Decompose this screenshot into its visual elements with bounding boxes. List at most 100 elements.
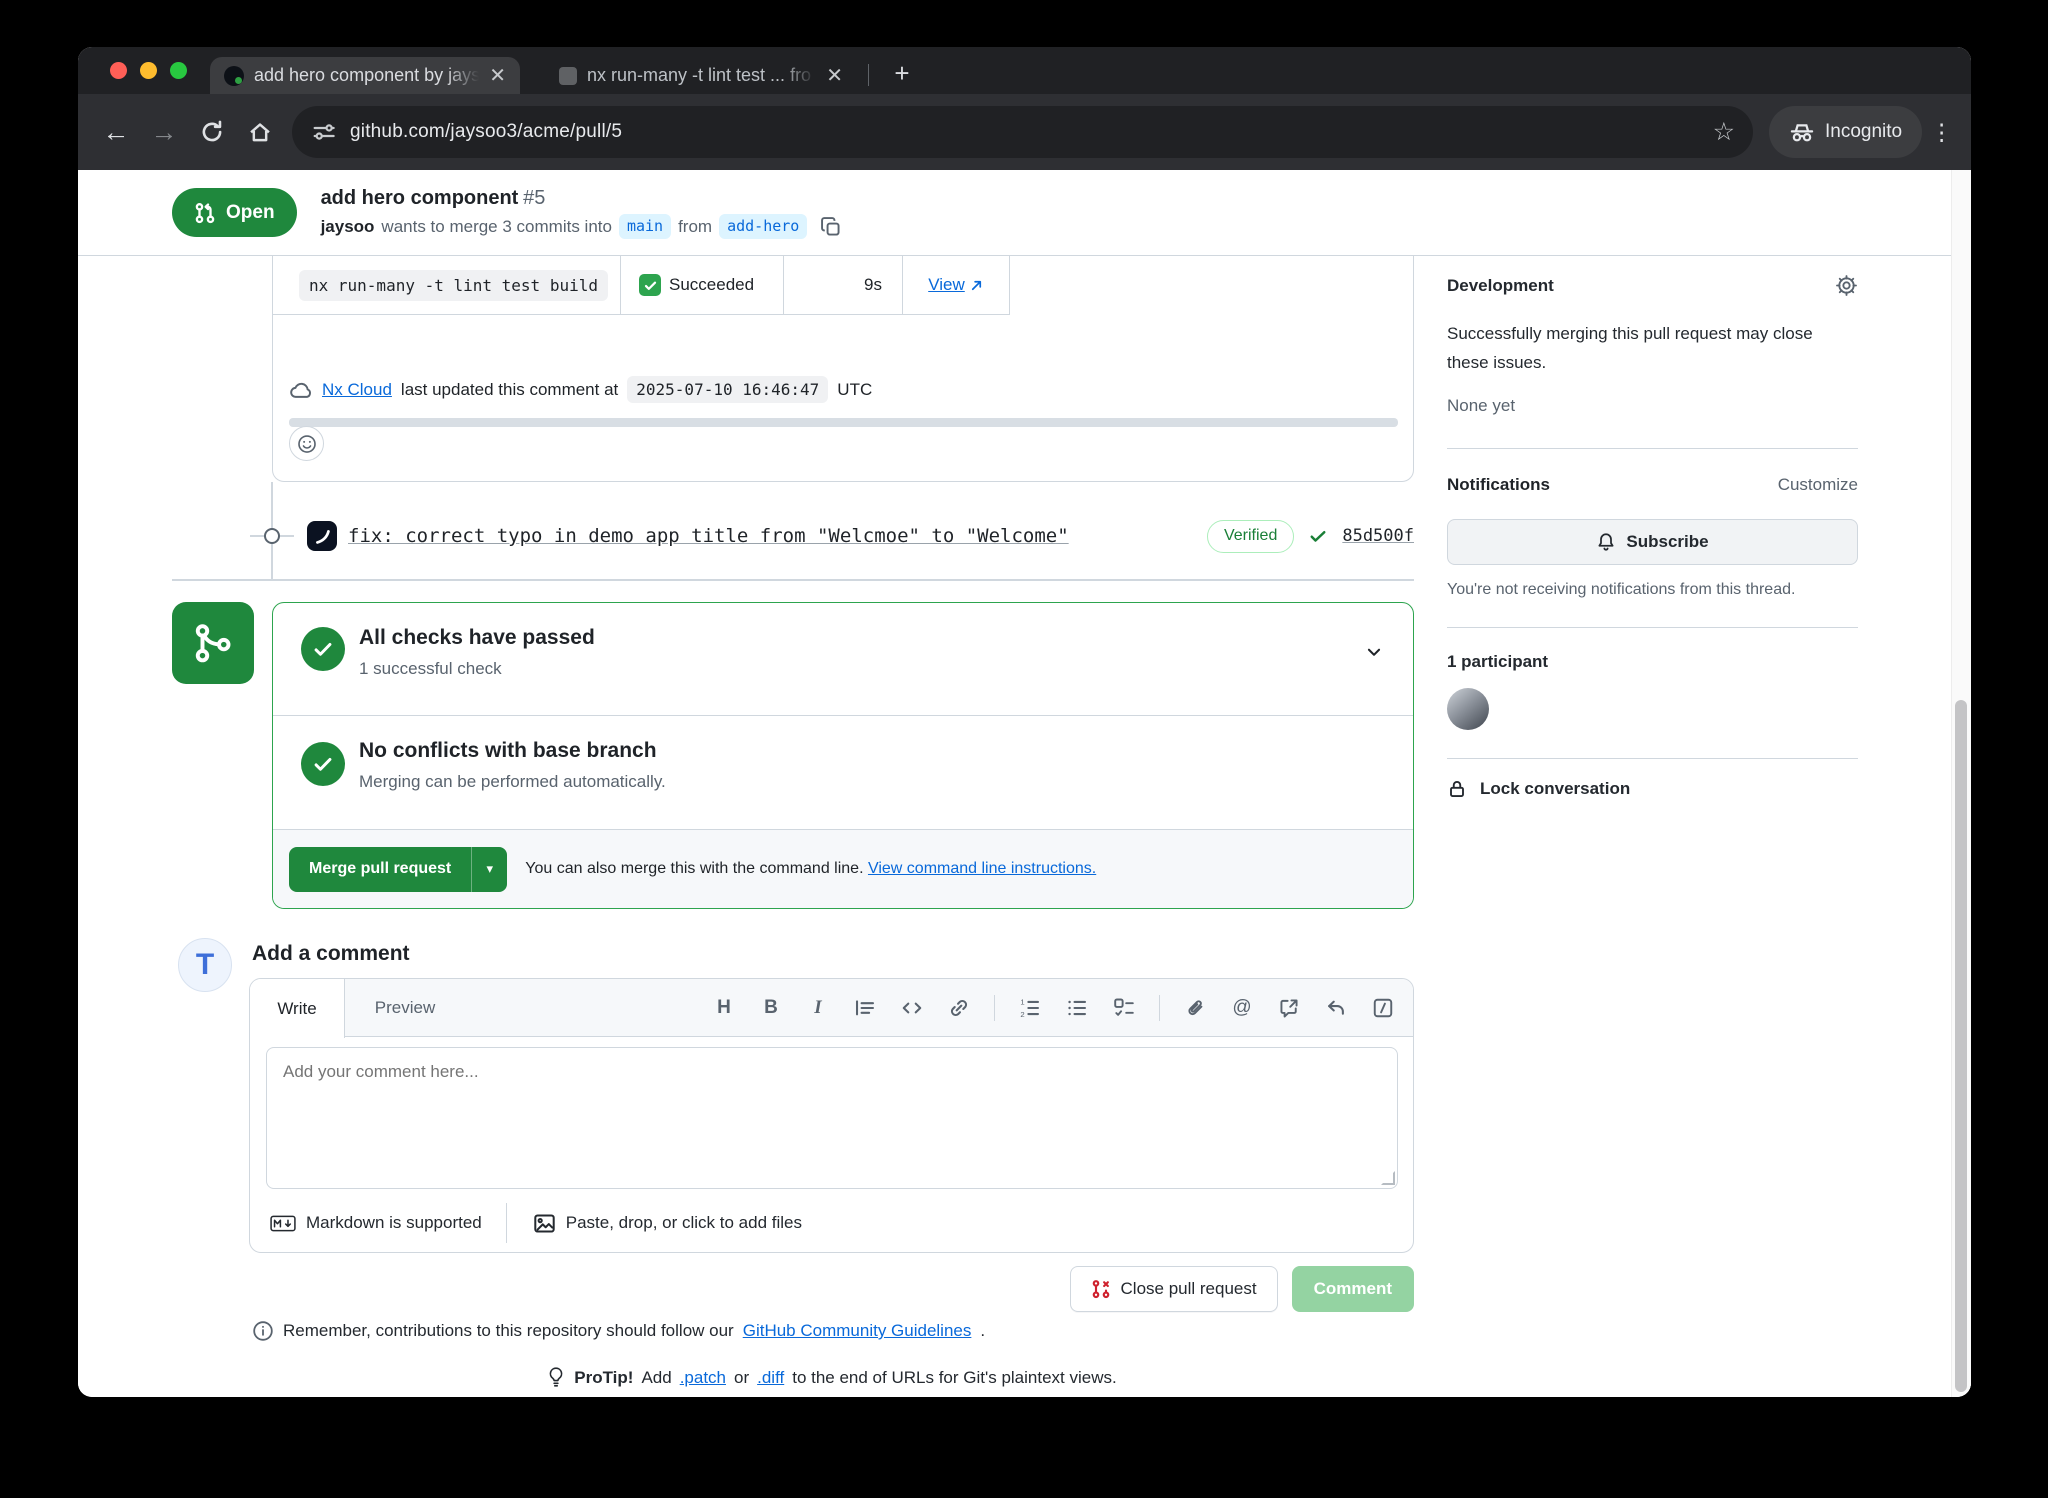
- avatar-letter: T: [196, 948, 214, 982]
- lock-conversation-button[interactable]: Lock conversation: [1447, 779, 1858, 799]
- bookmark-star-icon[interactable]: ☆: [1713, 117, 1735, 147]
- unordered-list-icon[interactable]: [1065, 996, 1089, 1020]
- community-guidelines-link[interactable]: GitHub Community Guidelines: [743, 1321, 972, 1341]
- cli-instructions-link[interactable]: View command line instructions.: [868, 860, 1096, 877]
- page-scrollbar[interactable]: [1951, 170, 1971, 1397]
- italic-icon[interactable]: I: [806, 996, 830, 1020]
- protip-text: to the end of URLs for Git's plaintext v…: [792, 1368, 1117, 1388]
- participant-avatar[interactable]: [1447, 688, 1489, 730]
- close-pull-request-button[interactable]: Close pull request: [1070, 1266, 1278, 1312]
- customize-link[interactable]: Customize: [1778, 475, 1858, 495]
- bold-icon[interactable]: B: [759, 996, 783, 1020]
- window-controls[interactable]: [110, 62, 187, 79]
- heading-icon[interactable]: H: [712, 996, 736, 1020]
- minimize-window-button[interactable]: [140, 62, 157, 79]
- quote-icon[interactable]: [853, 996, 877, 1020]
- svg-text:1: 1: [1020, 998, 1024, 1007]
- notifications-note: You're not receiving notifications from …: [1447, 581, 1858, 599]
- base-branch-label[interactable]: main: [619, 214, 671, 239]
- check-run-status: Succeeded: [669, 275, 754, 295]
- code-icon[interactable]: [900, 996, 924, 1020]
- protip-text: or: [734, 1368, 749, 1388]
- screenshot-stage: add hero component by jayso ✕ nx run-man…: [0, 0, 2048, 1498]
- back-button[interactable]: ←: [92, 108, 140, 156]
- nx-cloud-link[interactable]: Nx Cloud: [322, 380, 392, 400]
- link-icon[interactable]: [947, 996, 971, 1020]
- smiley-icon: [297, 434, 317, 454]
- sidebar-divider: [1447, 627, 1858, 628]
- paste-files-button[interactable]: Paste, drop, or click to add files: [533, 1212, 802, 1235]
- comment-form: Write Preview H B I: [249, 978, 1414, 1253]
- commit-marker: [172, 514, 272, 558]
- slash-commands-icon[interactable]: [1371, 996, 1395, 1020]
- comment-submit-button[interactable]: Comment: [1292, 1266, 1414, 1312]
- tab-write[interactable]: Write: [250, 979, 345, 1038]
- cross-reference-icon[interactable]: [1277, 996, 1301, 1020]
- view-check-link[interactable]: View: [928, 275, 984, 295]
- merge-pull-request-button[interactable]: Merge pull request ▾: [289, 847, 507, 892]
- merge-button-label: Merge pull request: [289, 847, 471, 892]
- check-run-view-cell: View: [903, 256, 1010, 314]
- head-branch-label[interactable]: add-hero: [719, 214, 807, 239]
- guidelines-period: .: [980, 1321, 985, 1341]
- mention-icon[interactable]: @: [1230, 996, 1254, 1020]
- browser-tab-active[interactable]: add hero component by jayso ✕: [210, 57, 520, 94]
- add-reaction-button[interactable]: [289, 426, 324, 461]
- tab-strip: add hero component by jayso ✕ nx run-man…: [78, 47, 1971, 94]
- merge-options-caret[interactable]: ▾: [471, 847, 507, 892]
- add-comment-heading: Add a comment: [252, 942, 410, 966]
- incognito-label: Incognito: [1825, 121, 1902, 143]
- commit-author-avatar[interactable]: [307, 521, 337, 551]
- url-text[interactable]: github.com/jaysoo3/acme/pull/5: [350, 121, 1713, 143]
- markdown-supported-note[interactable]: Markdown is supported: [270, 1213, 482, 1233]
- task-list-icon[interactable]: [1112, 996, 1136, 1020]
- reply-icon[interactable]: [1324, 996, 1348, 1020]
- bell-icon: [1596, 532, 1616, 552]
- reload-button[interactable]: [188, 108, 236, 156]
- nx-favicon: [559, 67, 577, 85]
- svg-text:2: 2: [1020, 1010, 1024, 1019]
- diff-link[interactable]: .diff: [757, 1368, 784, 1388]
- browser-tab-inactive[interactable]: nx run-many -t lint test ... fro ✕: [545, 57, 857, 94]
- attach-file-icon[interactable]: [1183, 996, 1207, 1020]
- pr-subtitle: jaysoo wants to merge 3 commits into mai…: [321, 214, 843, 239]
- timeline-end-divider: [172, 579, 1414, 581]
- current-user-avatar: T: [178, 938, 232, 992]
- pr-author[interactable]: jaysoo: [321, 216, 375, 237]
- tab-close-icon[interactable]: ✕: [826, 63, 843, 88]
- scrollbar-thumb[interactable]: [1955, 700, 1967, 1392]
- tab-preview[interactable]: Preview: [345, 979, 465, 1037]
- tab-close-icon[interactable]: ✕: [489, 63, 506, 88]
- close-window-button[interactable]: [110, 62, 127, 79]
- copy-branch-icon[interactable]: [820, 216, 842, 238]
- gear-icon[interactable]: [1835, 274, 1858, 297]
- commit-message-link[interactable]: fix: correct typo in demo app title from…: [348, 525, 1069, 547]
- site-settings-icon[interactable]: [312, 120, 336, 144]
- verified-badge[interactable]: Verified: [1207, 520, 1294, 553]
- guidelines-text: Remember, contributions to this reposito…: [283, 1321, 734, 1341]
- check-run-status-cell: Succeeded: [621, 256, 784, 314]
- merge-actions-footer: Merge pull request ▾ You can also merge …: [273, 829, 1413, 908]
- commit-sha-link[interactable]: 85d500f: [1342, 526, 1414, 546]
- subscribe-button[interactable]: Subscribe: [1447, 519, 1858, 565]
- address-bar[interactable]: github.com/jaysoo3/acme/pull/5 ☆: [292, 106, 1753, 158]
- browser-window: add hero component by jayso ✕ nx run-man…: [78, 47, 1971, 1397]
- home-button[interactable]: [236, 108, 284, 156]
- git-pull-request-icon: [194, 202, 216, 224]
- checks-passed-subtitle: 1 successful check: [359, 659, 1385, 679]
- timestamp-chip: 2025-07-10 16:46:47: [627, 376, 828, 403]
- pr-merge-text: wants to merge 3 commits into: [381, 216, 612, 237]
- forward-button[interactable]: →: [140, 108, 188, 156]
- zoom-window-button[interactable]: [170, 62, 187, 79]
- chevron-down-icon[interactable]: [1365, 643, 1383, 661]
- paste-note-label: Paste, drop, or click to add files: [566, 1213, 802, 1233]
- new-tab-button[interactable]: +: [884, 55, 920, 91]
- light-bulb-icon: [546, 1366, 566, 1389]
- patch-link[interactable]: .patch: [680, 1368, 726, 1388]
- ordered-list-icon[interactable]: 12: [1018, 996, 1042, 1020]
- guidelines-note: Remember, contributions to this reposito…: [252, 1320, 985, 1342]
- browser-menu-button[interactable]: ⋮: [1922, 112, 1962, 152]
- checks-passed-section[interactable]: All checks have passed 1 successful chec…: [273, 603, 1413, 715]
- comment-textarea[interactable]: [266, 1047, 1398, 1189]
- github-favicon: [224, 66, 244, 86]
